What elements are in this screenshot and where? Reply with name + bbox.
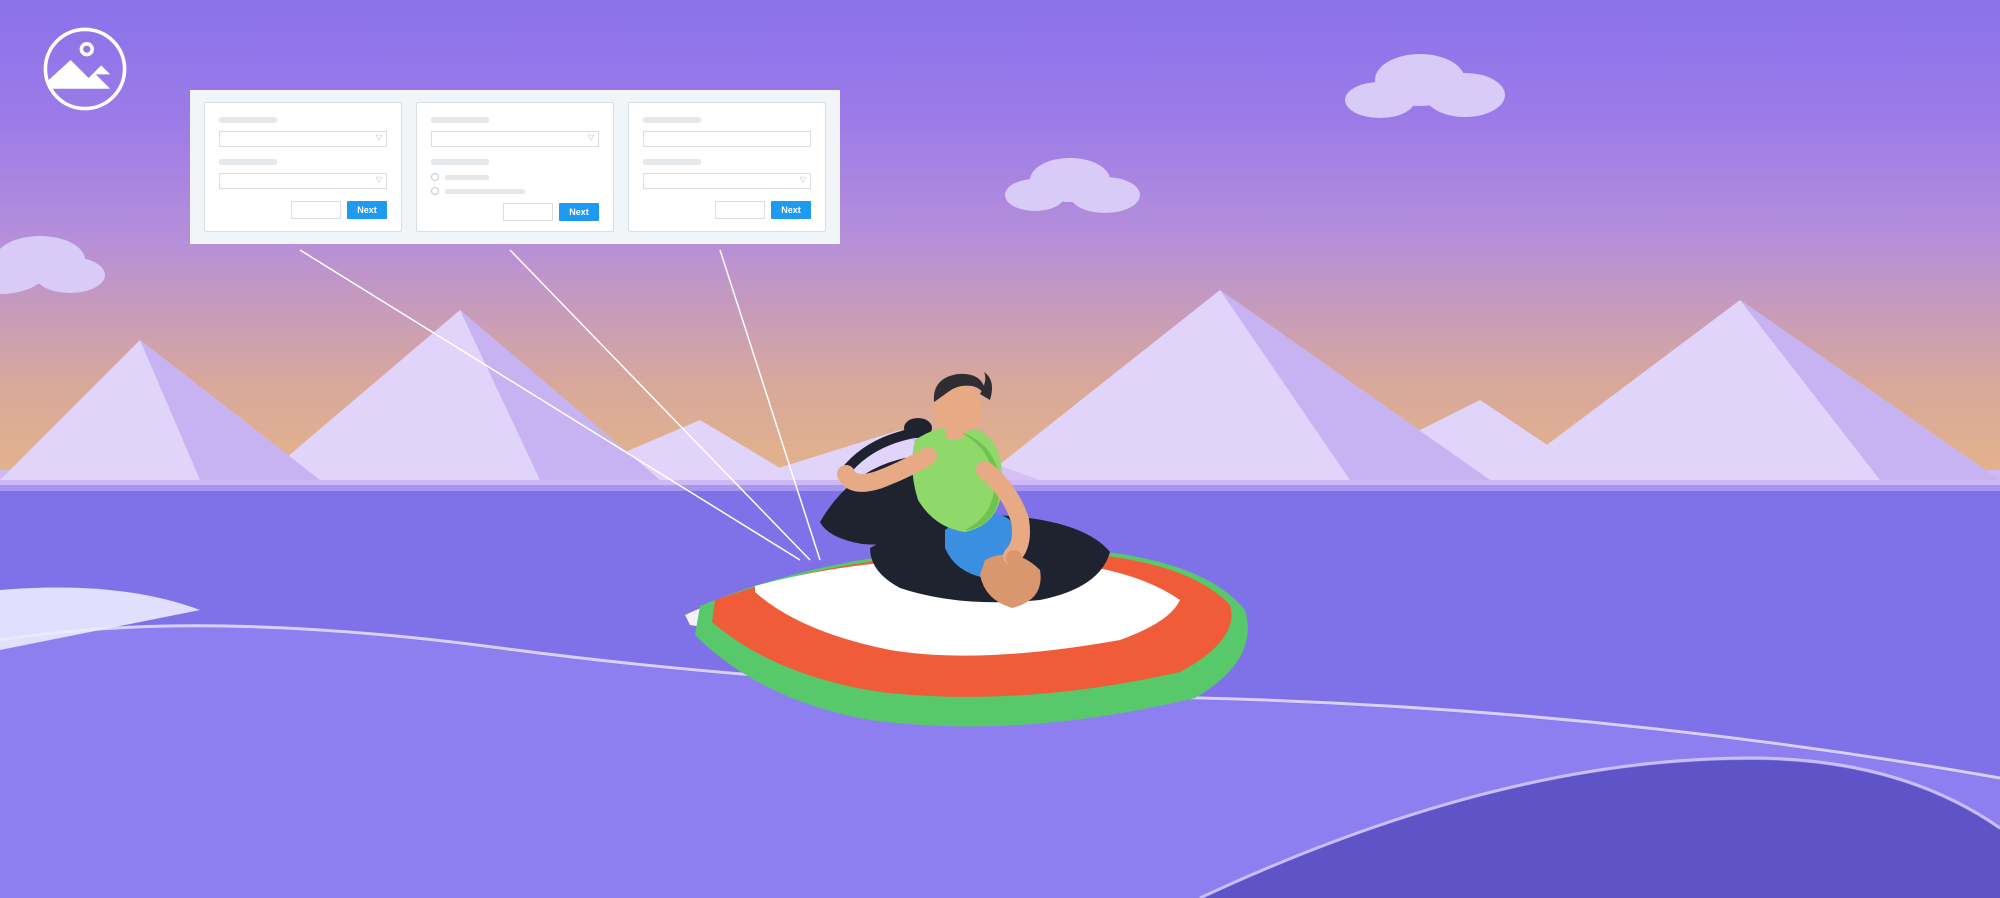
wizard-steps-container: Next Next Next	[190, 90, 840, 244]
text-input[interactable]	[643, 131, 811, 147]
field-label-placeholder	[431, 117, 489, 123]
select-input[interactable]	[643, 173, 811, 189]
radio-icon	[431, 173, 439, 181]
next-button[interactable]: Next	[347, 201, 387, 219]
radio-option[interactable]	[431, 187, 599, 195]
radio-option[interactable]	[431, 173, 599, 181]
field-label-placeholder	[643, 159, 701, 165]
logo-icon	[40, 24, 130, 114]
select-input[interactable]	[219, 173, 387, 189]
radio-label-placeholder	[445, 189, 525, 194]
field-label-placeholder	[431, 159, 489, 165]
radio-icon	[431, 187, 439, 195]
next-button[interactable]: Next	[559, 203, 599, 221]
field-label-placeholder	[643, 117, 701, 123]
wizard-step-3: Next	[628, 102, 826, 232]
field-label-placeholder	[219, 117, 277, 123]
field-label-placeholder	[219, 159, 277, 165]
wizard-step-2: Next	[416, 102, 614, 232]
radio-label-placeholder	[445, 175, 489, 180]
secondary-button[interactable]	[291, 201, 341, 219]
secondary-button[interactable]	[503, 203, 553, 221]
next-button[interactable]: Next	[771, 201, 811, 219]
secondary-button[interactable]	[715, 201, 765, 219]
select-input[interactable]	[219, 131, 387, 147]
select-input[interactable]	[431, 131, 599, 147]
wizard-step-1: Next	[204, 102, 402, 232]
